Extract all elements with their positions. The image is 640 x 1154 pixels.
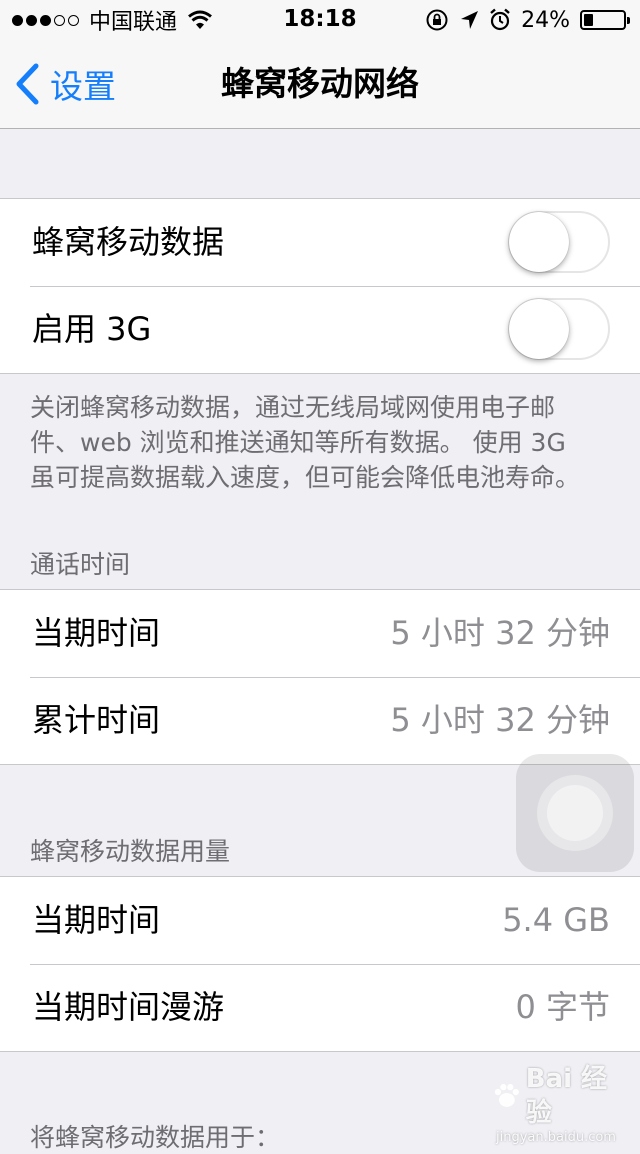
cellular-settings-group: 蜂窝移动数据 启用 3G: [0, 198, 640, 374]
data-usage-current-label: 当期时间: [32, 901, 161, 939]
enable-3g-label: 启用 3G: [32, 310, 152, 348]
call-time-group: 当期时间 5 小时 32 分钟 累计时间 5 小时 32 分钟: [0, 589, 640, 765]
alarm-icon: [490, 8, 510, 31]
rotation-lock-icon: [426, 9, 448, 31]
use-data-for-header: 将蜂窝移动数据用于：: [30, 1123, 281, 1152]
watermark-brand: Bai 经验: [525, 1064, 608, 1128]
footnote-line: 件、web 浏览和推送通知等所有数据。 使用 3G: [30, 428, 566, 457]
back-button[interactable]: 设置: [14, 40, 116, 128]
call-time-total-value: 5 小时 32 分钟: [390, 701, 610, 739]
navigation-bar: 蜂窝移动网络 设置: [0, 40, 640, 129]
location-arrow-icon: [461, 11, 479, 29]
data-usage-current-row: 当期时间 5.4 GB: [0, 877, 640, 964]
assistive-touch-button[interactable]: [516, 754, 634, 872]
data-usage-current-value: 5.4 GB: [502, 901, 610, 939]
battery-percent: 24%: [521, 7, 570, 33]
battery-icon: [580, 10, 630, 30]
back-button-label: 设置: [50, 67, 116, 106]
call-time-total-row: 累计时间 5 小时 32 分钟: [0, 677, 640, 764]
call-time-total-label: 累计时间: [32, 701, 161, 739]
watermark-url: jingyan.baidu.com: [496, 1130, 616, 1145]
call-time-header: 通话时间: [30, 550, 131, 579]
call-time-current-row: 当期时间 5 小时 32 分钟: [0, 590, 640, 677]
call-time-current-value: 5 小时 32 分钟: [390, 614, 610, 652]
cellular-data-label: 蜂窝移动数据: [32, 223, 225, 261]
data-usage-roaming-row: 当期时间漫游 0 字节: [0, 964, 640, 1051]
footnote-line: 虽可提高数据载入速度，但可能会降低电池寿命。: [30, 463, 581, 492]
data-usage-header: 蜂窝移动数据用量: [30, 837, 231, 866]
data-usage-roaming-value: 0 字节: [515, 988, 610, 1026]
call-time-current-label: 当期时间: [32, 614, 161, 652]
paw-icon: [494, 1083, 519, 1107]
footnote-line: 关闭蜂窝移动数据，通过无线局域网使用电子邮: [30, 393, 556, 422]
cellular-footnote: 关闭蜂窝移动数据，通过无线局域网使用电子邮 件、web 浏览和推送通知等所有数据…: [30, 390, 600, 495]
cellular-data-row: 蜂窝移动数据: [0, 199, 640, 286]
status-right: 24%: [425, 6, 630, 34]
baidu-jingyan-watermark: Bai 经验 jingyan.baidu.com: [492, 1062, 632, 1145]
data-usage-group: 当期时间 5.4 GB 当期时间漫游 0 字节: [0, 876, 640, 1052]
data-usage-roaming-label: 当期时间漫游: [32, 988, 225, 1026]
enable-3g-row: 启用 3G: [0, 286, 640, 373]
cellular-data-toggle[interactable]: [508, 211, 610, 273]
enable-3g-toggle[interactable]: [508, 298, 610, 360]
status-bar: 中国联通 18:18 24%: [0, 0, 640, 40]
chevron-left-icon: [16, 63, 39, 105]
